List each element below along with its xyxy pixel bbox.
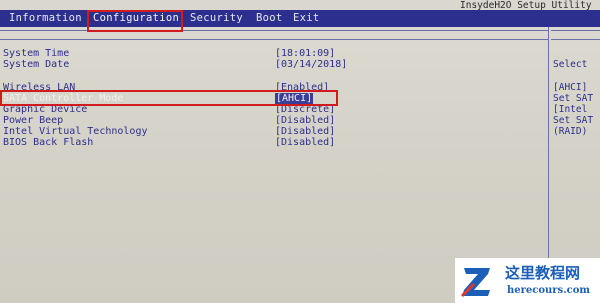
menu-bar: Information Configuration Security Boot … [0, 10, 600, 27]
tab-information[interactable]: Information [9, 10, 82, 27]
setting-value-system-time[interactable]: [18:01:09] [275, 48, 335, 59]
help-line: (RAID) [553, 126, 588, 137]
watermark-url: herecours.com [507, 285, 591, 296]
setting-value-graphic-device[interactable]: [Discrete] [275, 104, 335, 115]
help-top-border [551, 30, 600, 31]
setting-label-system-date: System Date [3, 59, 70, 70]
watermark: 这里教程网 herecours.com [455, 258, 600, 303]
help-line: Set SAT [553, 93, 594, 104]
setting-value-intel-virtual-technology[interactable]: [Disabled] [275, 126, 335, 137]
setting-label-bios-back-flash: BIOS Back Flash [3, 137, 94, 148]
setting-label-power-beep: Power Beep [3, 115, 64, 126]
help-header-divider [551, 39, 600, 40]
bios-screen: InsydeH2O Setup Utility Information Conf… [0, 0, 600, 303]
setting-value-sata-controller-mode[interactable]: [AHCI] [275, 93, 314, 104]
setting-value-bios-back-flash[interactable]: [Disabled] [275, 137, 335, 148]
setting-value-power-beep[interactable]: [Disabled] [275, 115, 335, 126]
setting-value-system-date[interactable]: [03/14/2018] [275, 59, 347, 70]
help-line: Set SAT [553, 115, 594, 126]
setting-label-graphic-device: Graphic Device [3, 104, 88, 115]
help-line: [Intel [553, 104, 588, 115]
tab-exit[interactable]: Exit [293, 10, 320, 27]
watermark-title: 这里教程网 [505, 264, 581, 282]
tab-configuration[interactable]: Configuration [93, 10, 179, 27]
setting-value-wireless-lan[interactable]: [Enabled] [275, 82, 329, 93]
watermark-logo-icon [458, 260, 496, 300]
setting-label-system-time: System Time [3, 48, 70, 59]
setting-label-intel-virtual-technology: Intel Virtual Technology [3, 126, 148, 137]
tab-boot[interactable]: Boot [256, 10, 283, 27]
help-line: Select [553, 59, 588, 70]
title-strip: InsydeH2O Setup Utility [0, 0, 600, 11]
setting-label-sata-controller-mode: SATA Controller Mode [3, 93, 124, 104]
panel-header-divider [0, 39, 548, 40]
help-line: [AHCI] [553, 82, 588, 93]
panel-top-border [0, 30, 548, 31]
setting-label-wireless-lan: Wireless LAN [3, 82, 76, 93]
tab-security[interactable]: Security [190, 10, 243, 27]
